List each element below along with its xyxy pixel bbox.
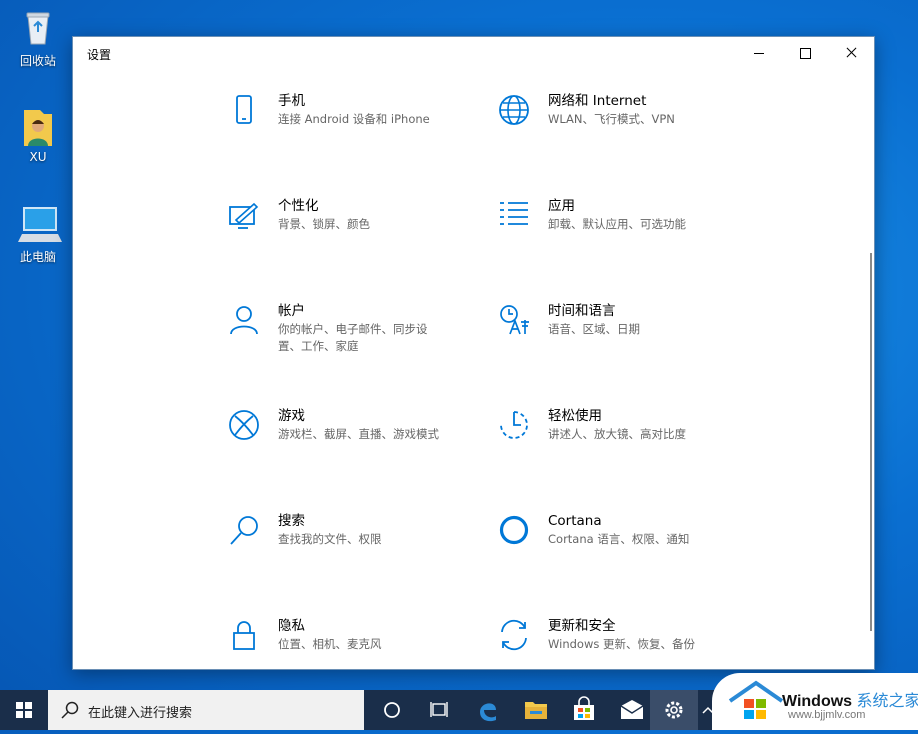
desktop-icon-user-folder[interactable]: XU	[10, 106, 66, 164]
item-name: 应用	[548, 198, 575, 214]
apps-list-icon	[498, 199, 530, 231]
house-logo-icon	[728, 680, 784, 719]
watermark-brand: Windows	[782, 693, 853, 710]
item-name: 轻松使用	[548, 408, 602, 424]
settings-item-accounts[interactable]: 帐户你的帐户、电子邮件、同步设置、工作、家庭	[228, 302, 488, 382]
user-folder-icon	[18, 106, 58, 146]
settings-item-ease-of-access[interactable]: 轻松使用讲述人、放大镜、高对比度	[498, 407, 758, 487]
settings-taskbar-icon[interactable]	[650, 690, 698, 730]
settings-item-search[interactable]: 搜索查找我的文件、权限	[228, 512, 488, 592]
ease-of-access-icon	[498, 409, 530, 441]
recycle-bin-icon	[18, 8, 58, 48]
scrollbar[interactable]	[870, 253, 872, 631]
desktop-icon-recycle-bin[interactable]: 回收站	[10, 8, 66, 69]
item-desc: 你的帐户、电子邮件、同步设置、工作、家庭	[278, 322, 428, 353]
item-name: 搜索	[278, 513, 305, 529]
settings-window: 设置 手机 连接 Android 设备和 iPhone 网络和 Internet W…	[72, 36, 875, 670]
settings-item-network[interactable]: 网络和 Internet WLAN、飞行模式、VPN	[498, 92, 758, 172]
search-icon	[228, 514, 260, 546]
time-language-icon	[498, 304, 530, 336]
item-desc: Cortana 语言、权限、通知	[548, 532, 690, 546]
watermark-brand-suffix: 系统之家	[856, 693, 918, 710]
desktop-icon-label: 此电脑	[19, 250, 56, 264]
task-view-button[interactable]	[416, 690, 464, 730]
update-icon	[498, 619, 530, 651]
item-desc: Windows 更新、恢复、备份	[548, 637, 695, 651]
settings-item-privacy[interactable]: 隐私位置、相机、麦克风	[228, 617, 488, 697]
item-name: 帐户	[278, 303, 305, 319]
settings-item-gaming[interactable]: 游戏游戏栏、截屏、直播、游戏模式	[228, 407, 488, 487]
xbox-icon	[228, 409, 260, 441]
settings-item-cortana[interactable]: Cortana Cortana 语言、权限、通知	[498, 512, 758, 592]
item-desc: 讲述人、放大镜、高对比度	[548, 427, 686, 441]
start-button[interactable]	[0, 690, 48, 730]
item-name: 游戏	[278, 408, 305, 424]
taskbar-search-box[interactable]: 在此键入进行搜索	[48, 690, 364, 730]
edge-icon[interactable]	[464, 690, 512, 730]
search-icon	[60, 700, 80, 724]
watermark: Windows 系统之家 www.bjjmlv.com	[712, 673, 918, 730]
desktop-icon-label: XU	[29, 150, 47, 164]
item-desc: 游戏栏、截屏、直播、游戏模式	[278, 427, 439, 441]
desktop-icon-this-pc[interactable]: 此电脑	[10, 204, 66, 265]
person-icon	[228, 304, 260, 336]
settings-grid: 手机连接 Android 设备和 iPhone 网络和 Internet WLAN…	[73, 37, 874, 669]
item-desc: WLAN、飞行模式、VPN	[548, 112, 675, 126]
item-desc: 位置、相机、麦克风	[278, 637, 382, 651]
settings-item-apps[interactable]: 应用卸载、默认应用、可选功能	[498, 197, 758, 277]
mail-icon[interactable]	[608, 690, 656, 730]
desktop-icon-label: 回收站	[19, 54, 56, 68]
lock-icon	[228, 619, 260, 651]
item-desc: 连接 Android 设备和 iPhone	[278, 112, 430, 126]
item-name: 隐私	[278, 618, 305, 634]
settings-item-personalization[interactable]: 个性化背景、锁屏、颜色	[228, 197, 488, 277]
cortana-icon	[498, 514, 530, 546]
item-name: 个性化	[278, 198, 319, 214]
item-desc: 语音、区域、日期	[548, 322, 640, 336]
computer-icon	[18, 204, 62, 244]
personalization-icon	[228, 199, 260, 231]
item-desc: 背景、锁屏、颜色	[278, 217, 370, 231]
globe-icon	[498, 94, 530, 126]
item-name: 时间和语言	[548, 303, 616, 319]
item-name: 手机	[278, 93, 305, 109]
item-name: Cortana	[548, 513, 602, 529]
item-name: 网络和 Internet	[548, 93, 647, 109]
settings-item-phone[interactable]: 手机连接 Android 设备和 iPhone	[228, 92, 488, 172]
store-icon[interactable]	[560, 690, 608, 730]
phone-icon	[228, 94, 260, 126]
settings-item-time-language[interactable]: 时间和语言语音、区域、日期	[498, 302, 758, 382]
item-desc: 卸载、默认应用、可选功能	[548, 217, 686, 231]
file-explorer-icon[interactable]	[512, 690, 560, 730]
watermark-url: www.bjjmlv.com	[788, 709, 866, 721]
item-name: 更新和安全	[548, 618, 616, 634]
cortana-taskbar-button[interactable]	[368, 690, 416, 730]
search-placeholder: 在此键入进行搜索	[88, 706, 193, 721]
item-desc: 查找我的文件、权限	[278, 532, 382, 546]
